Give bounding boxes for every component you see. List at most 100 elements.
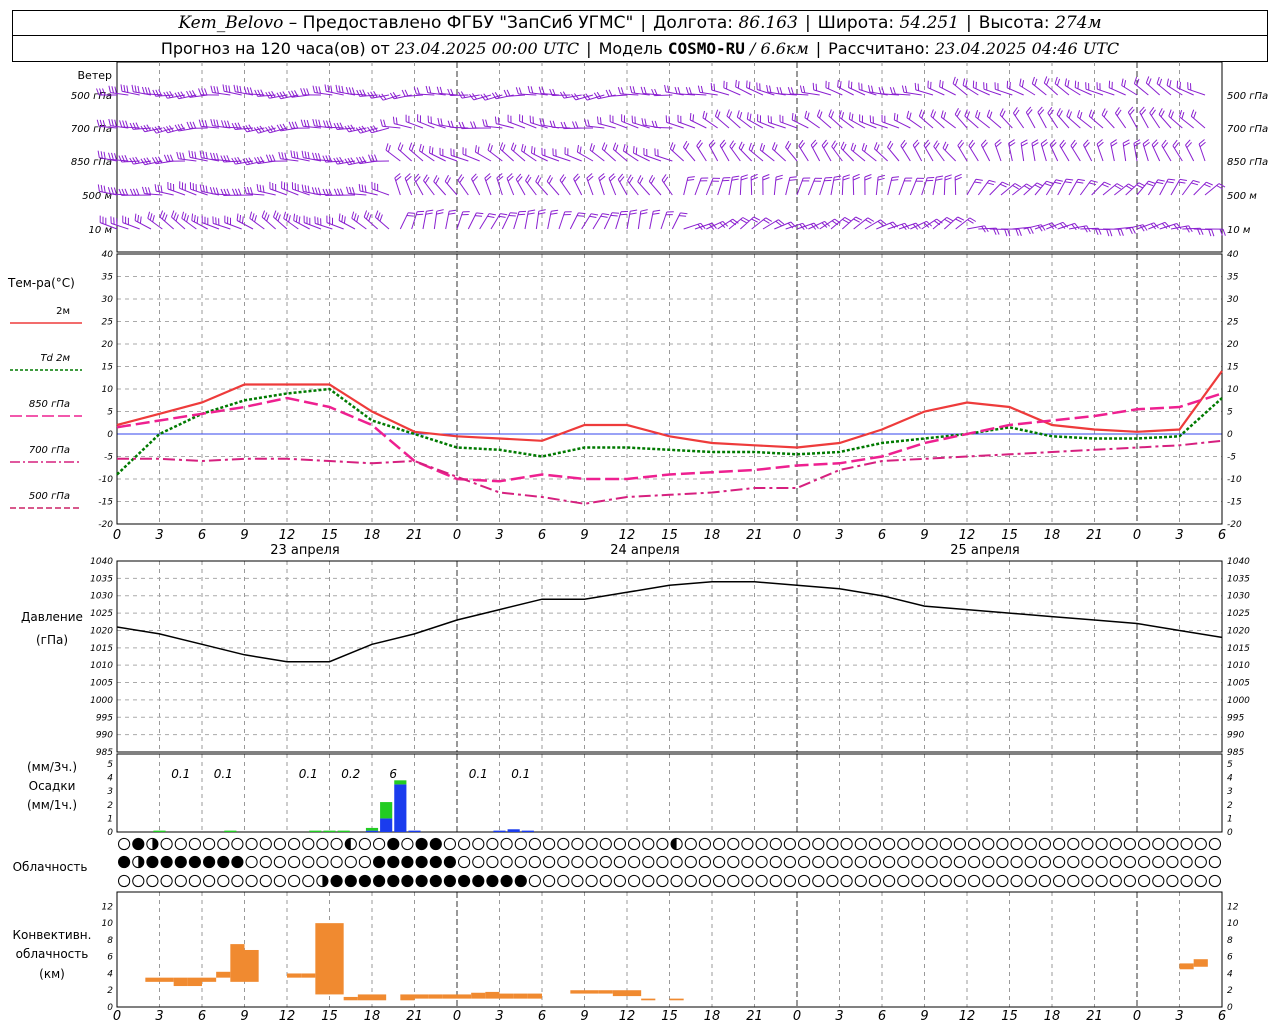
wind-barb-feather — [804, 110, 808, 118]
wind-barb-feather — [1133, 76, 1138, 84]
wind-barb-feather — [436, 209, 444, 212]
y-tick-label: 25 — [1227, 318, 1239, 328]
x-tick-label: 12 — [279, 1009, 296, 1024]
cloud-cover-symbol — [911, 837, 924, 851]
wind-barb-feather — [499, 142, 504, 150]
y-tick-label: 1005 — [1227, 679, 1250, 689]
x-tick-label: 18 — [364, 1009, 381, 1024]
wind-barb-feather — [789, 176, 797, 178]
wind-barb-feather — [181, 211, 185, 219]
wind-barb-feather — [397, 142, 402, 150]
wind-barb-feather — [852, 144, 857, 152]
cloud-cover-symbol — [741, 874, 754, 888]
cloud-cover-symbol — [585, 874, 598, 888]
wind-barb-feather — [257, 89, 262, 97]
wind-barb-feather — [1044, 183, 1052, 187]
wind-barb-feather — [1031, 139, 1039, 144]
wind-barb-feather — [896, 114, 899, 122]
wind-barb-feather — [436, 86, 440, 94]
cloud-cover-symbol — [302, 837, 315, 851]
y-tick-label: 1 — [1227, 814, 1233, 824]
wind-barb-feather — [1157, 179, 1165, 182]
wind-barb-feather — [955, 218, 962, 223]
wind-barb-feather — [212, 187, 216, 195]
wind-barb-feather — [1014, 183, 1022, 188]
cloud-cover-symbol — [642, 874, 655, 888]
wind-barb-feather — [1133, 139, 1141, 144]
y-tick-label: 6 — [107, 953, 113, 963]
y-tick-label: 25 — [102, 318, 114, 328]
wind-barb-feather — [864, 177, 872, 181]
wind-barb-feather — [852, 173, 860, 178]
wind-barb-feather — [137, 215, 140, 223]
precip-bar-green — [365, 827, 379, 831]
wind-barb-feather — [373, 90, 378, 98]
wind-barb-feather — [1156, 76, 1160, 84]
wind-barb-feather — [356, 89, 361, 97]
wind-barb-feather — [728, 111, 733, 119]
cloud-cover-symbol — [146, 874, 159, 888]
wind-barb-feather — [732, 175, 740, 178]
wind-barb-feather — [751, 218, 758, 223]
cloud-cover-symbol — [599, 837, 612, 851]
cloud-cover-symbol — [684, 837, 697, 851]
wind-barb-feather — [833, 178, 841, 181]
cloud-cover-symbol — [925, 855, 938, 869]
wind-barb-feather — [290, 150, 293, 158]
wind-barb-feather — [837, 79, 839, 87]
cloud-cover-symbol — [160, 874, 173, 888]
wind-level-label: 10 м — [1227, 225, 1251, 236]
wind-barb-feather — [248, 157, 254, 164]
wind-barb-feather — [1125, 185, 1133, 190]
wind-barb-feather — [954, 108, 959, 115]
cloud-cover-symbol — [203, 855, 216, 869]
cloud-cover-symbol — [543, 874, 556, 888]
wind-barb-feather — [1114, 185, 1121, 190]
wind-barb-feather — [513, 144, 517, 152]
wind-barb-feather — [198, 119, 202, 127]
cloud-cover-symbol — [443, 855, 456, 869]
cloud-cover-symbol — [358, 837, 371, 851]
conv-bar — [1193, 959, 1208, 967]
wind-barb-feather — [433, 175, 438, 182]
wind-barb-feather — [1136, 184, 1144, 189]
wind-barb-feather — [572, 121, 576, 129]
wind-barb-feather — [848, 80, 850, 88]
wind-barb-feather — [380, 119, 383, 127]
precipitation-panel: 0 0 1 1 2 2 3 3 4 4 5 5 0.1 0.1 0.1 0.2 6 0.1 0.1 (мм/3ч.) О… — [27, 753, 1233, 838]
y-tick-label: 1025 — [90, 609, 113, 619]
cloud-cover-symbol — [628, 874, 641, 888]
wind-barb-feather — [1148, 180, 1156, 184]
cloud-cover-symbol — [486, 874, 499, 888]
cloud-cover-symbol — [642, 855, 655, 869]
y-tick-label: 0 — [1227, 828, 1233, 838]
precip-bar-blue — [521, 830, 534, 832]
wind-barb-feather — [213, 85, 216, 94]
wind-barb-feather — [339, 156, 344, 164]
wind-barb-feather — [1123, 142, 1130, 147]
wind-barb-feather — [1054, 76, 1058, 84]
x-tick-label: 3 — [835, 1009, 843, 1024]
wind-barb-feather — [552, 120, 556, 128]
wind-barb-feather — [1079, 111, 1083, 119]
cloud-cover-symbol — [854, 874, 867, 888]
wind-barb-feather — [762, 177, 770, 181]
cloud-cover-symbol — [1067, 837, 1080, 851]
wind-barb-feather — [842, 218, 849, 224]
wind-barb-feather — [888, 143, 894, 150]
wind-barb-feather — [663, 176, 669, 183]
wind-barb-feather — [1160, 110, 1165, 118]
wind-barb-feather — [1206, 181, 1213, 186]
cloud-cover-symbol — [1095, 837, 1108, 851]
wind-barb-feather — [1150, 109, 1156, 116]
cloud-cover-symbol — [1138, 837, 1151, 851]
wind-barb-feather — [125, 120, 129, 128]
wind-barb-feather — [291, 121, 296, 129]
x-tick-label: 18 — [704, 528, 721, 543]
precip-title: (мм/3ч.) — [27, 760, 77, 774]
wind-barb-feather — [729, 140, 735, 147]
wind-barb-feather — [317, 153, 321, 161]
wind-barb-feather — [841, 112, 845, 120]
precip-bar-blue — [408, 830, 421, 832]
wind-barb-feather — [301, 150, 304, 158]
